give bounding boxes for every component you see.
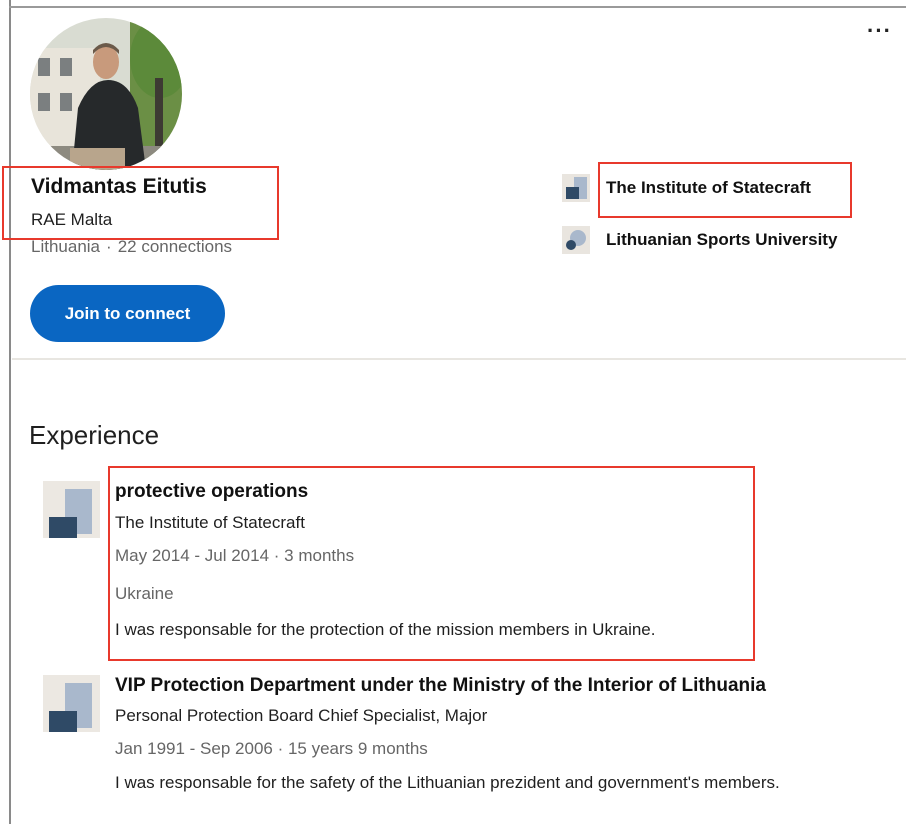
profile-meta: Lithuania · 22 connections bbox=[31, 237, 232, 257]
window-border-left bbox=[9, 0, 11, 824]
highlight-box-company bbox=[598, 162, 852, 218]
company-logo-icon bbox=[43, 675, 100, 732]
profile-photo bbox=[30, 18, 182, 170]
experience-description: I was responsable for the safety of the … bbox=[115, 773, 780, 792]
experience-dates: Jan 1991 - Sep 2006 · 15 years 9 months bbox=[115, 739, 428, 758]
experience-role[interactable]: VIP Protection Department under the Mini… bbox=[115, 675, 766, 697]
school-link[interactable]: Lithuanian Sports University bbox=[562, 226, 837, 254]
more-options-button[interactable]: ··· bbox=[867, 18, 892, 44]
experience-company: Personal Protection Board Chief Speciali… bbox=[115, 706, 488, 725]
highlight-box-experience bbox=[108, 466, 755, 661]
school-logo-icon bbox=[562, 226, 590, 254]
highlight-box-name bbox=[2, 166, 279, 240]
company-logo-icon bbox=[43, 481, 100, 538]
experience-heading: Experience bbox=[29, 420, 160, 450]
company-logo-icon bbox=[562, 174, 590, 202]
join-to-connect-button[interactable]: Join to connect bbox=[30, 285, 225, 342]
school-name: Lithuanian Sports University bbox=[606, 230, 838, 249]
